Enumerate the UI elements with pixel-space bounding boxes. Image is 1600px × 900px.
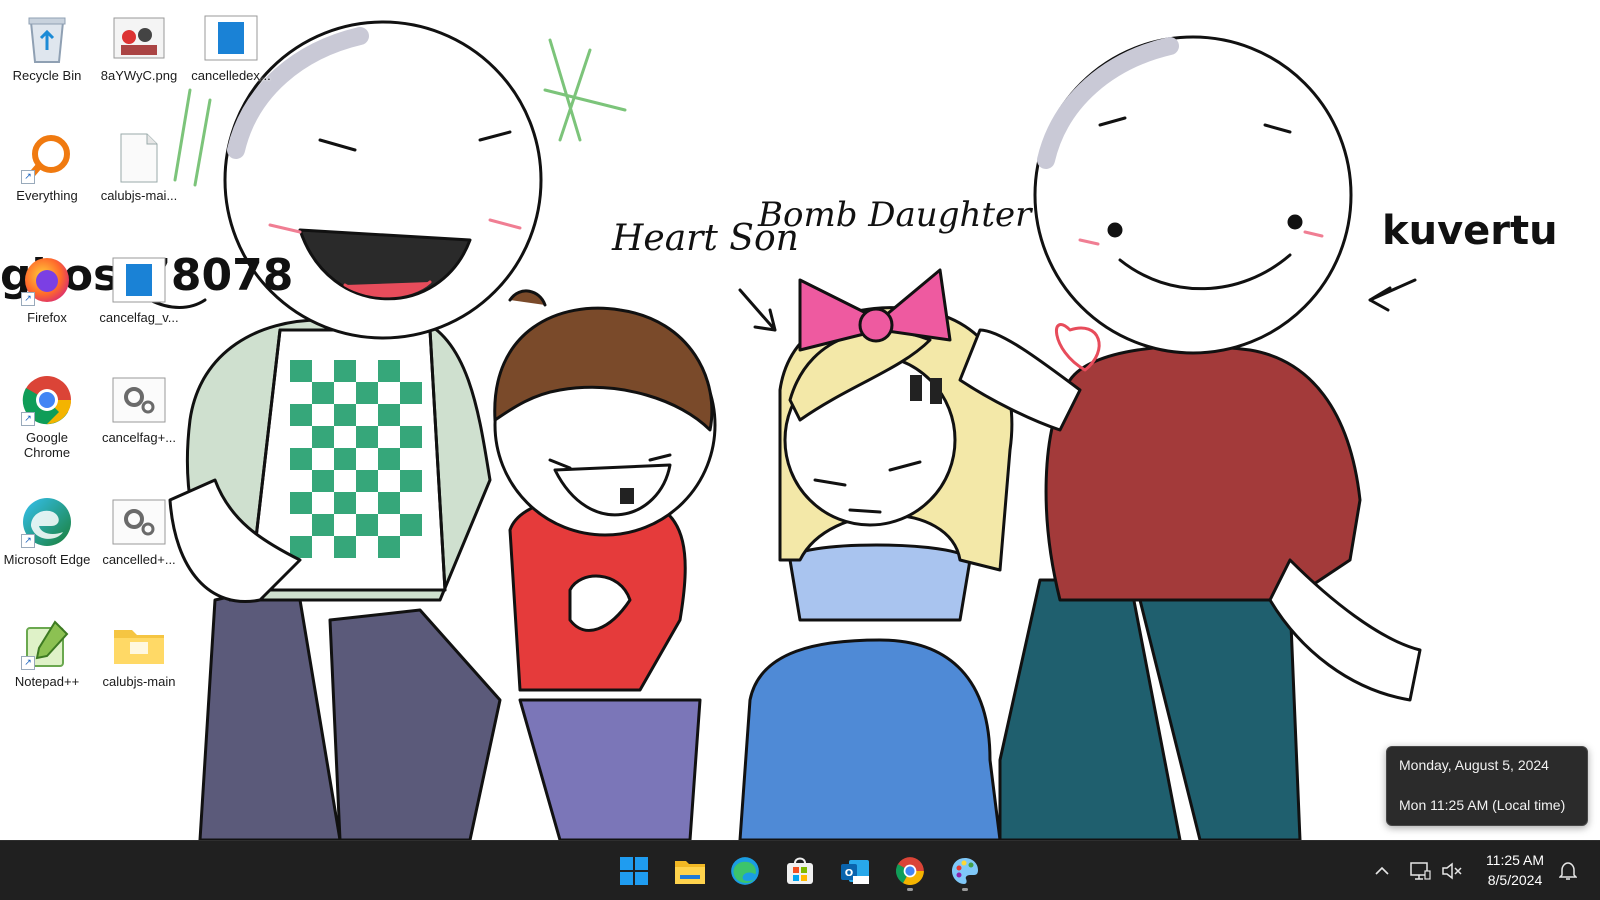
desktop-icon-everything[interactable]: ↗ Everything — [3, 130, 91, 203]
clock-time: 11:25 AM — [1485, 852, 1545, 868]
desktop-icon-label: Everything — [16, 188, 78, 203]
shortcut-arrow-icon: ↗ — [21, 292, 35, 306]
shortcut-arrow-icon: ↗ — [21, 656, 35, 670]
clock-tooltip: Monday, August 5, 2024 Mon 11:25 AM (Loc… — [1386, 746, 1588, 826]
chevron-up-icon — [1375, 866, 1389, 875]
shortcut-arrow-icon: ↗ — [21, 412, 35, 426]
network-icon — [1410, 862, 1431, 880]
store-icon — [787, 857, 813, 884]
recycle-bin-icon — [19, 10, 75, 66]
paint-palette-icon — [952, 858, 978, 884]
outlook-icon: O — [841, 860, 869, 884]
desktop-icon-label: 8aYWyC.png — [100, 68, 178, 83]
desktop-icon-label: calubjs-main — [102, 674, 176, 689]
taskbar-edge[interactable] — [723, 849, 767, 893]
notifications-button[interactable] — [1554, 855, 1582, 887]
bomb-daughter-label: Bomb Daughter — [757, 195, 1033, 235]
running-indicator — [962, 888, 968, 891]
edge-icon: ↗ — [19, 494, 75, 550]
tray-network-button[interactable] — [1406, 855, 1434, 887]
folder-icon — [111, 616, 167, 672]
windows-logo-icon — [620, 857, 648, 885]
settings-file-icon — [111, 494, 167, 550]
desktop-icon-label: Firefox — [27, 310, 67, 325]
tooltip-date: Monday, August 5, 2024 — [1399, 757, 1549, 773]
running-indicator — [907, 888, 913, 891]
desktop-icon-cancelled-plus[interactable]: cancelled+... — [95, 494, 183, 567]
search-magnifier-icon: ↗ — [19, 130, 75, 186]
taskbar-chrome[interactable] — [888, 849, 932, 893]
wallpaper-illustration: Heart Son Bomb Daughter kuvertu ghost780… — [0, 20, 1558, 840]
shortcut-arrow-icon: ↗ — [21, 170, 35, 184]
edge-icon — [731, 857, 759, 885]
desktop-icon-google-chrome[interactable]: ↗ Google Chrome — [3, 372, 91, 460]
desktop-icon-recycle-bin[interactable]: Recycle Bin — [3, 10, 91, 83]
image-file-icon — [111, 10, 167, 66]
desktop-icon-cancelfag-v[interactable]: cancelfag_v... — [95, 252, 183, 325]
chrome-icon — [896, 857, 924, 885]
desktop-icon-calubjs-main-folder[interactable]: calubjs-main — [95, 616, 183, 689]
desktop-icon-image-file[interactable]: 8aYWyC.png — [95, 10, 183, 83]
folder-icon — [675, 861, 705, 884]
chrome-icon: ↗ — [19, 372, 75, 428]
taskbar-clock[interactable]: 11:25 AM 8/5/2024 — [1474, 850, 1556, 892]
desktop[interactable]: Heart Son Bomb Daughter kuvertu ghost780… — [0, 0, 1600, 900]
taskbar-outlook-new[interactable]: O — [833, 849, 877, 893]
desktop-icon-label: cancelled+... — [102, 552, 176, 567]
tray-volume-button[interactable] — [1438, 855, 1466, 887]
desktop-icon-label: Recycle Bin — [12, 68, 82, 83]
tooltip-local-time: Mon 11:25 AM (Local time) — [1399, 797, 1566, 813]
app-window-icon — [203, 10, 259, 66]
settings-file-icon — [111, 372, 167, 428]
tray-overflow-button[interactable] — [1368, 855, 1396, 887]
desktop-icon-cancelledex[interactable]: cancelledex... — [187, 10, 275, 83]
taskbar: O 11:25 AM 8/5/2024 — [0, 840, 1600, 900]
volume-muted-icon — [1442, 862, 1462, 880]
desktop-icon-firefox[interactable]: ↗ Firefox — [3, 252, 91, 325]
bell-icon — [1559, 862, 1577, 880]
taskbar-paint[interactable] — [943, 849, 987, 893]
shortcut-arrow-icon: ↗ — [21, 534, 35, 548]
desktop-icon-label: cancelfag_v... — [99, 310, 179, 325]
desktop-icon-calubjs-file[interactable]: calubjs-mai... — [95, 130, 183, 203]
desktop-icon-label: Microsoft Edge — [3, 552, 91, 567]
desktop-icon-cancelfag-plus[interactable]: cancelfag+... — [95, 372, 183, 445]
desktop-icon-notepad-plus-plus[interactable]: ↗ Notepad++ — [3, 616, 91, 689]
clock-date: 8/5/2024 — [1487, 872, 1543, 888]
desktop-icon-label: calubjs-mai... — [100, 188, 178, 203]
notepad-plus-plus-icon: ↗ — [19, 616, 75, 672]
svg-text:O: O — [845, 868, 854, 879]
desktop-icon-label: cancelledex... — [191, 68, 271, 83]
desktop-icon-microsoft-edge[interactable]: ↗ Microsoft Edge — [3, 494, 91, 567]
taskbar-file-explorer[interactable] — [668, 849, 712, 893]
start-button[interactable] — [612, 849, 656, 893]
desktop-icon-label: Notepad++ — [14, 674, 80, 689]
app-window-icon — [111, 252, 167, 308]
blank-file-icon — [111, 130, 167, 186]
desktop-icon-label: Google Chrome — [23, 430, 71, 460]
taskbar-microsoft-store[interactable] — [778, 849, 822, 893]
firefox-icon: ↗ — [19, 252, 75, 308]
kuvertu-label: kuvertu — [1382, 208, 1558, 254]
desktop-icon-label: cancelfag+... — [101, 430, 177, 445]
